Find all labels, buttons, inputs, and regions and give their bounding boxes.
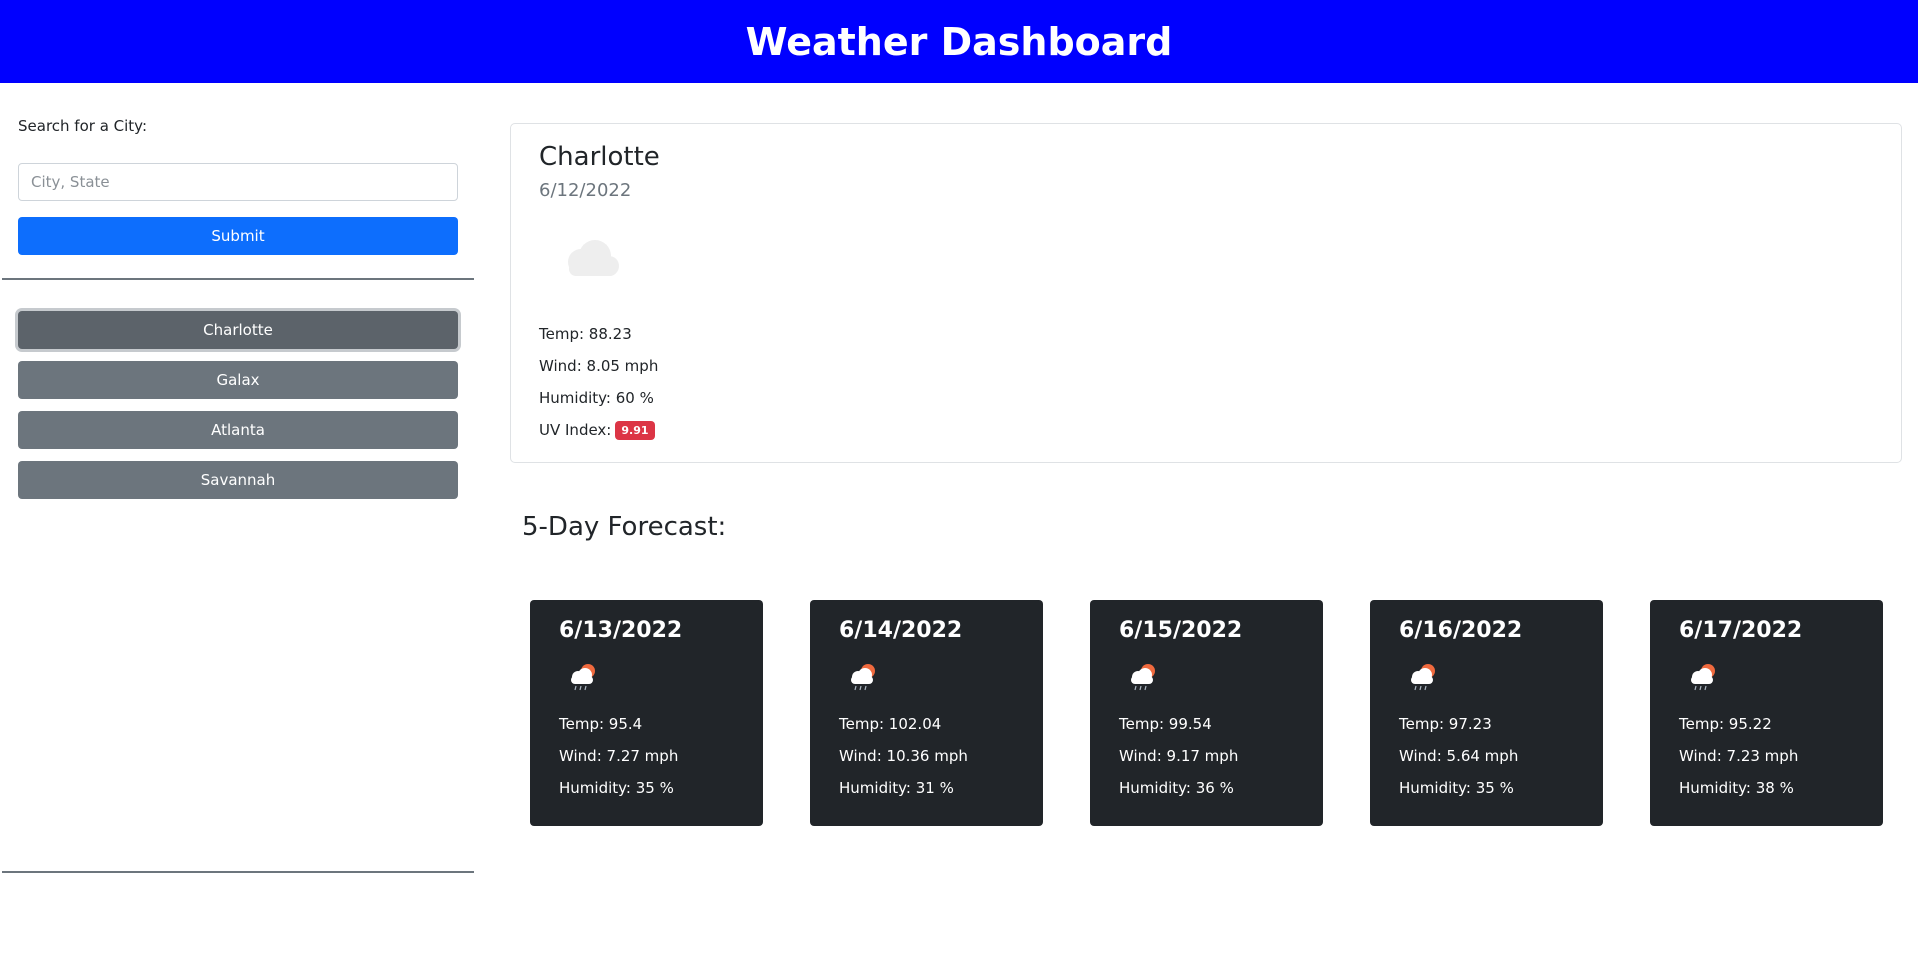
forecast-temp: Temp: 95.22 (1679, 715, 1772, 733)
forecast-wind: Wind: 7.23 mph (1679, 747, 1799, 765)
sun-cloud-rain-icon (571, 664, 595, 691)
history-button-savannah[interactable]: Savannah (18, 461, 458, 499)
current-temp: Temp: 88.23 (539, 325, 632, 343)
search-label: Search for a City: (18, 117, 148, 135)
forecast-humidity: Humidity: 35 % (559, 779, 674, 797)
app-header: Weather Dashboard (0, 0, 1918, 83)
current-weather-card: Charlotte 6/12/2022 Temp: 88.23 Wind: 8.… (510, 123, 1902, 463)
forecast-date: 6/15/2022 (1119, 618, 1243, 643)
forecast-temp: Temp: 102.04 (839, 715, 942, 733)
forecast-humidity: Humidity: 31 % (839, 779, 954, 797)
forecast-humidity: Humidity: 35 % (1399, 779, 1514, 797)
forecast-date: 6/17/2022 (1679, 618, 1803, 643)
forecast-title: 5-Day Forecast: (522, 512, 727, 542)
forecast-date: 6/13/2022 (559, 618, 683, 643)
history-button-charlotte[interactable]: Charlotte (18, 311, 458, 349)
forecast-humidity: Humidity: 36 % (1119, 779, 1234, 797)
city-search-input[interactable] (18, 163, 458, 201)
forecast-date: 6/16/2022 (1399, 618, 1523, 643)
forecast-wind: Wind: 9.17 mph (1119, 747, 1239, 765)
forecast-wind: Wind: 10.36 mph (839, 747, 968, 765)
sun-cloud-rain-icon (1411, 664, 1435, 691)
forecast-temp: Temp: 97.23 (1399, 715, 1492, 733)
app-title: Weather Dashboard (745, 19, 1173, 64)
sun-cloud-rain-icon (1131, 664, 1155, 691)
forecast-date: 6/14/2022 (839, 618, 963, 643)
divider (2, 871, 474, 873)
forecast-humidity: Humidity: 38 % (1679, 779, 1794, 797)
uv-index-label: UV Index: (539, 421, 612, 439)
forecast-card: 6/16/2022 Temp: 97.23 Wind: 5.64 mph Hum… (1370, 600, 1603, 826)
cloud-icon (568, 240, 619, 276)
forecast-card: 6/15/2022 Temp: 99.54 Wind: 9.17 mph Hum… (1090, 600, 1323, 826)
forecast-temp: Temp: 95.4 (559, 715, 643, 733)
sun-cloud-rain-icon (1691, 664, 1715, 691)
search-history-list: Charlotte Galax Atlanta Savannah (18, 311, 458, 511)
forecast-card: 6/14/2022 Temp: 102.04 Wind: 10.36 mph H… (810, 600, 1043, 826)
submit-button[interactable]: Submit (18, 217, 458, 255)
forecast-wind: Wind: 5.64 mph (1399, 747, 1519, 765)
sun-cloud-rain-icon (851, 664, 875, 691)
current-humidity: Humidity: 60 % (539, 389, 654, 407)
history-button-atlanta[interactable]: Atlanta (18, 411, 458, 449)
current-wind: Wind: 8.05 mph (539, 357, 659, 375)
history-button-galax[interactable]: Galax (18, 361, 458, 399)
current-city-name: Charlotte (539, 142, 660, 172)
current-date: 6/12/2022 (539, 180, 632, 201)
divider (2, 278, 474, 280)
uv-index-badge: 9.91 (615, 421, 655, 440)
forecast-wind: Wind: 7.27 mph (559, 747, 679, 765)
forecast-temp: Temp: 99.54 (1119, 715, 1212, 733)
uv-index-row: UV Index: 9.91 (539, 421, 655, 440)
forecast-card: 6/17/2022 Temp: 95.22 Wind: 7.23 mph Hum… (1650, 600, 1883, 826)
forecast-card: 6/13/2022 Temp: 95.4 Wind: 7.27 mph Humi… (530, 600, 763, 826)
